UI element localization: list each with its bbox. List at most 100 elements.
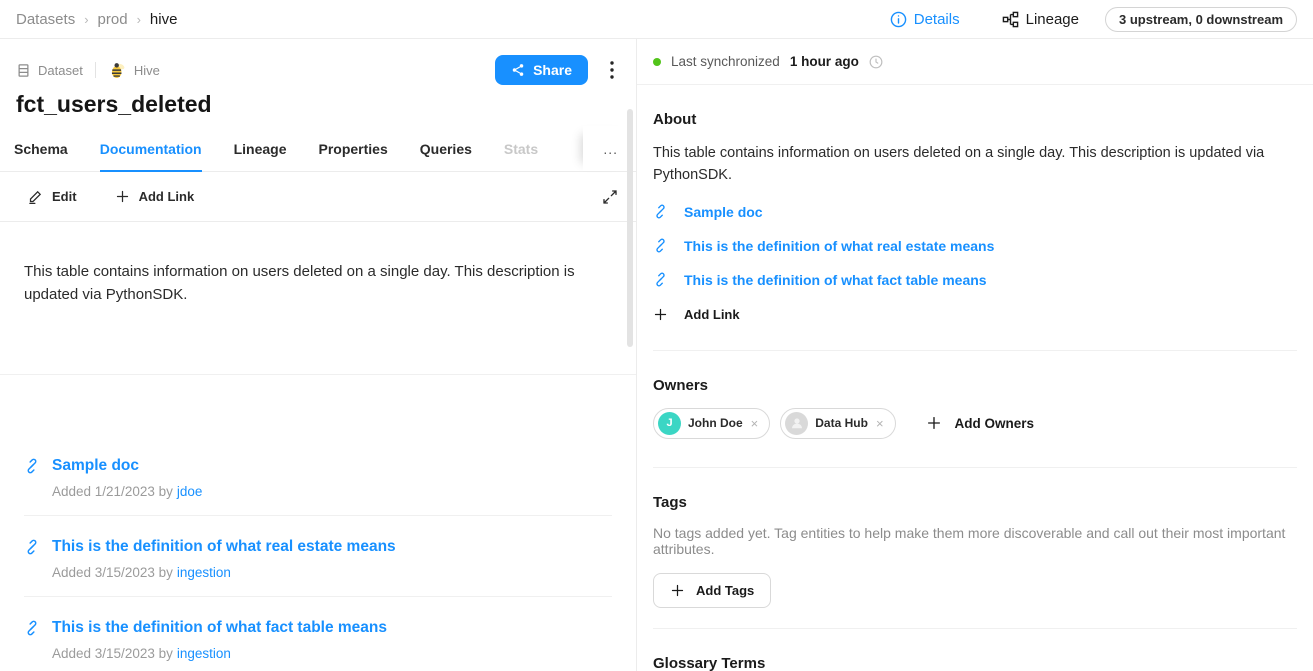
link-icon (653, 238, 668, 253)
doc-link-meta: Added 1/21/2023 byjdoe (52, 484, 612, 499)
lineage-button[interactable]: Lineage (1002, 11, 1079, 28)
section-divider (653, 628, 1297, 629)
info-circle-icon (890, 11, 907, 28)
documentation-toolbar: Edit Add Link (0, 172, 636, 222)
share-button[interactable]: Share (495, 55, 588, 85)
add-owners-button[interactable]: Add Owners (926, 415, 1035, 431)
description-divider (0, 374, 636, 375)
breadcrumb-hive: hive (150, 11, 178, 28)
doc-link-meta: Added 3/15/2023 by ingestion (52, 565, 612, 580)
doc-link-user[interactable]: ingestion (177, 646, 231, 661)
owners-heading: Owners (653, 377, 1297, 394)
top-bar: Datasets › prod › hive Details (0, 0, 1313, 39)
tab-lineage[interactable]: Lineage (234, 126, 287, 171)
expand-arrows-icon (602, 189, 618, 205)
link-icon (24, 458, 40, 474)
owner-chip-john-doe[interactable]: J John Doe × (653, 408, 770, 439)
link-icon (24, 620, 40, 636)
more-options-button[interactable] (604, 57, 620, 83)
breadcrumb: Datasets › prod › hive (16, 11, 177, 28)
doc-link-title: This is the definition of what fact tabl… (52, 619, 387, 637)
entity-platform: Hive (108, 61, 160, 80)
doc-link-item: Sample doc Added 1/21/2023 byjdoe (24, 435, 612, 516)
expand-button[interactable] (602, 189, 618, 205)
owner-name: John Doe (688, 416, 743, 430)
add-link-button[interactable]: Add Link (115, 189, 195, 204)
remove-owner-icon[interactable]: × (750, 416, 760, 431)
entity-actions: Share (495, 55, 620, 85)
tab-bar: Schema Documentation Lineage Properties … (0, 126, 636, 172)
section-divider (653, 350, 1297, 351)
sync-status-dot (653, 58, 661, 66)
sidebar-link[interactable]: Sample doc (653, 195, 1297, 229)
tab-documentation[interactable]: Documentation (100, 126, 202, 171)
tags-empty-text: No tags added yet. Tag entities to help … (653, 525, 1297, 557)
breadcrumb-separator: › (84, 12, 88, 27)
owner-chip-data-hub[interactable]: Data Hub × (780, 408, 895, 439)
person-icon (790, 416, 804, 430)
remove-owner-icon[interactable]: × (875, 416, 885, 431)
breadcrumb-datasets[interactable]: Datasets (16, 11, 75, 28)
documentation-body: This table contains information on users… (0, 222, 636, 307)
doc-link[interactable]: This is the definition of what real esta… (24, 538, 612, 556)
about-description: This table contains information on users… (653, 142, 1297, 187)
glossary-heading: Glossary Terms (653, 655, 1297, 671)
entity-type: Dataset (16, 63, 83, 78)
vertical-dots-icon (610, 61, 614, 79)
doc-link-added-text: Added 3/15/2023 by (52, 565, 173, 580)
platform-label: Hive (134, 63, 160, 78)
sidebar-add-link-label: Add Link (684, 307, 740, 322)
sidebar-link[interactable]: This is the definition of what real esta… (653, 229, 1297, 263)
doc-link[interactable]: Sample doc (24, 457, 612, 475)
doc-link[interactable]: This is the definition of what fact tabl… (24, 619, 612, 637)
plus-icon (653, 307, 668, 322)
plus-icon (115, 189, 130, 204)
add-tags-label: Add Tags (696, 583, 754, 598)
meta-separator (95, 62, 96, 78)
plus-icon (926, 415, 942, 431)
doc-link-meta: Added 3/15/2023 byingestion (52, 646, 612, 661)
tab-properties[interactable]: Properties (319, 126, 388, 171)
sidebar-add-link-button[interactable]: Add Link (653, 307, 1297, 322)
doc-link-user[interactable]: ingestion (177, 565, 231, 580)
lineage-label: Lineage (1026, 11, 1079, 28)
scrollbar-thumb[interactable] (627, 109, 633, 347)
datahub-dataset-page: Datasets › prod › hive Details (0, 0, 1313, 671)
add-tags-button[interactable]: Add Tags (653, 573, 771, 608)
owner-name: Data Hub (815, 416, 868, 430)
add-owners-label: Add Owners (955, 416, 1035, 431)
tab-schema[interactable]: Schema (14, 126, 68, 171)
breadcrumb-prod[interactable]: prod (98, 11, 128, 28)
top-actions: Details Lineage 3 upstream, 0 downstream (890, 7, 1297, 32)
link-icon (24, 539, 40, 555)
table-icon (16, 63, 31, 78)
documentation-links-list: Sample doc Added 1/21/2023 byjdoe (0, 435, 636, 671)
about-links: Sample doc This is the definition of wha… (653, 195, 1297, 297)
tags-heading: Tags (653, 494, 1297, 511)
pencil-icon (28, 189, 43, 204)
sync-status-row: Last synchronized 1 hour ago (637, 39, 1313, 85)
details-button[interactable]: Details (890, 11, 960, 28)
share-label: Share (533, 62, 572, 78)
add-link-label: Add Link (139, 189, 195, 204)
section-divider (653, 467, 1297, 468)
doc-link-user[interactable]: jdoe (177, 484, 203, 499)
entity-header: Dataset Hive (0, 39, 636, 118)
tab-queries[interactable]: Queries (420, 126, 472, 171)
sync-prefix: Last synchronized (671, 54, 780, 69)
entity-meta-row: Dataset Hive (16, 59, 620, 81)
link-icon (653, 204, 668, 219)
hive-logo-icon (108, 61, 127, 80)
lineage-summary-badge[interactable]: 3 upstream, 0 downstream (1105, 7, 1297, 32)
entity-sidebar: Last synchronized 1 hour ago About This … (637, 39, 1313, 671)
sidebar-link-title: This is the definition of what real esta… (684, 238, 994, 254)
dataset-description: This table contains information on users… (24, 260, 584, 307)
sidebar-link[interactable]: This is the definition of what fact tabl… (653, 263, 1297, 297)
share-icon (511, 63, 525, 77)
doc-link-title: This is the definition of what real esta… (52, 538, 396, 556)
details-label: Details (914, 11, 960, 28)
edit-button[interactable]: Edit (28, 189, 77, 204)
lineage-graph-icon (1002, 11, 1019, 28)
plus-icon (670, 583, 685, 598)
sync-time: 1 hour ago (790, 54, 859, 69)
